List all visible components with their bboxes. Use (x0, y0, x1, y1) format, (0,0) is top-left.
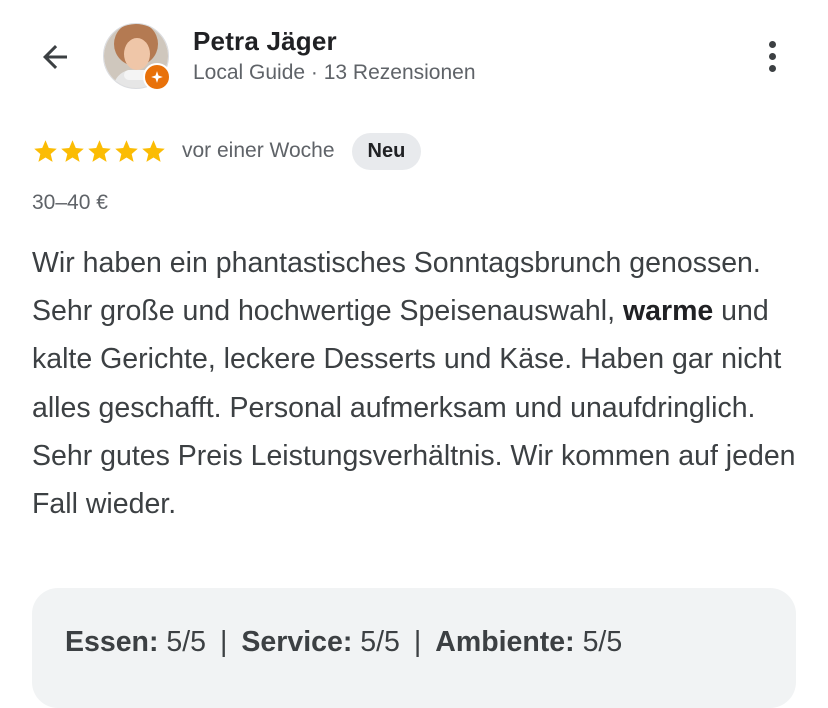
review-text-bold: warme (622, 295, 714, 328)
ambience-label: Ambiente: (435, 626, 575, 658)
star-rating (32, 138, 167, 165)
author-meta: Local Guide · 13 Rezensionen (193, 61, 476, 84)
star-icon (34, 139, 57, 162)
category-ratings-line: Essen: 5/5 | Service: 5/5 | Ambiente: 5/5 (65, 626, 622, 659)
service-label: Service: (241, 626, 353, 658)
price-range: 30–40 € (32, 191, 108, 214)
star-icon (142, 139, 165, 162)
review-text: Wir haben ein phantastisches Sonntagsbru… (32, 239, 812, 528)
new-badge: Neu (351, 132, 422, 170)
author-avatar-group[interactable] (103, 23, 171, 91)
star-icon (115, 139, 138, 162)
food-label: Essen: (65, 626, 159, 658)
ambience-value: 5/5 (582, 626, 623, 658)
local-guide-badge-icon (143, 63, 171, 91)
service-value: 5/5 (360, 626, 400, 658)
back-button[interactable] (34, 36, 76, 78)
star-icon (61, 139, 84, 162)
arrow-left-icon (43, 45, 67, 69)
more-options-button[interactable] (754, 34, 790, 78)
star-icon (88, 139, 111, 162)
food-value: 5/5 (166, 626, 207, 658)
author-name[interactable]: Petra Jäger (193, 26, 337, 57)
review-text-part2: und kalte Gerichte, leckere Desserts und… (32, 295, 796, 521)
more-vert-icon (768, 40, 776, 48)
category-ratings: Essen: 5/5 | Service: 5/5 | Ambiente: 5/5 (32, 588, 796, 708)
rating-row: vor einer Woche Neu (32, 131, 422, 171)
separator: | (220, 626, 228, 658)
review-time: vor einer Woche (182, 139, 335, 162)
separator: | (413, 626, 422, 658)
